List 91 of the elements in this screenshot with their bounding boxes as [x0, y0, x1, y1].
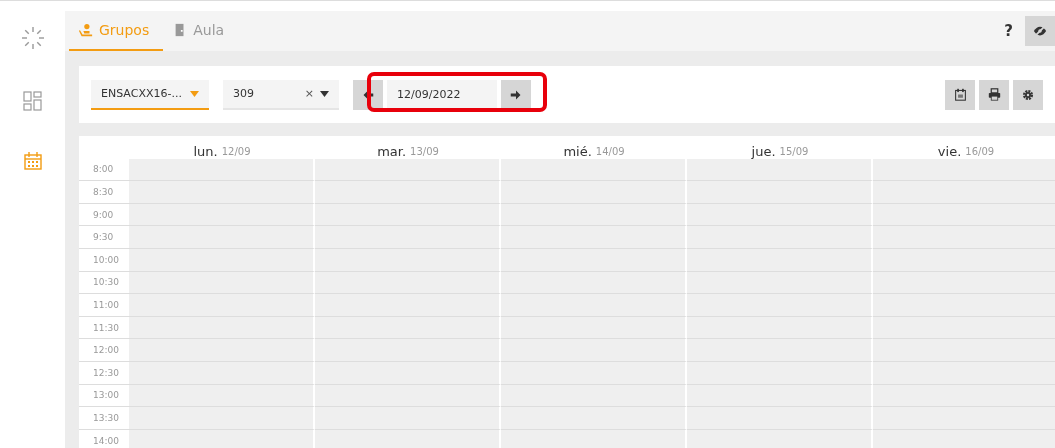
date-field[interactable]: 12/09/2022 — [387, 79, 497, 110]
time-slot[interactable] — [129, 271, 315, 295]
day-date: 13/09 — [410, 145, 439, 157]
time-slot[interactable] — [687, 181, 873, 204]
time-slot[interactable] — [873, 339, 1055, 362]
caret-icon — [190, 90, 199, 97]
time-slot[interactable] — [873, 361, 1055, 385]
day-name: mié. — [563, 143, 592, 159]
day-date: 12/09 — [221, 145, 251, 157]
time-slot[interactable] — [687, 384, 873, 408]
dashboard-icon — [22, 91, 43, 111]
time-slot[interactable] — [129, 158, 315, 182]
time-slot[interactable] — [501, 271, 687, 295]
time-slot[interactable] — [873, 248, 1055, 272]
time-slot[interactable] — [501, 181, 687, 204]
time-slot[interactable] — [315, 158, 501, 182]
time-slot[interactable] — [315, 226, 501, 249]
time-slot[interactable] — [501, 339, 687, 362]
eye-slash-icon — [1033, 25, 1047, 37]
printer-icon — [987, 88, 1001, 101]
time-slot[interactable] — [129, 407, 315, 430]
time-slot[interactable] — [687, 407, 873, 430]
time-slot[interactable] — [873, 181, 1055, 204]
time-slot[interactable] — [129, 226, 315, 249]
time-slot[interactable] — [873, 203, 1055, 227]
time-slot[interactable] — [315, 181, 501, 204]
day-name: mar. — [377, 143, 407, 159]
time-slot[interactable] — [873, 407, 1055, 430]
time-slot[interactable] — [501, 203, 687, 227]
day-name: lun. — [193, 143, 218, 159]
time-slot[interactable] — [129, 203, 315, 227]
caret-icon — [320, 90, 329, 97]
time-slot[interactable] — [129, 361, 315, 385]
visibility-toggle-button[interactable] — [1025, 16, 1055, 46]
time-slot[interactable] — [129, 384, 315, 408]
arrow-right-icon — [510, 88, 522, 101]
person-icon — [79, 23, 93, 37]
group-select[interactable]: ENSACXX16-... — [91, 79, 209, 110]
settings-button[interactable] — [1013, 79, 1043, 110]
day-name: jue. — [751, 143, 776, 159]
settings-icon — [1022, 88, 1034, 101]
time-slot[interactable] — [501, 158, 687, 182]
time-slot[interactable] — [315, 316, 501, 340]
time-slot[interactable] — [315, 361, 501, 385]
time-slot[interactable] — [501, 226, 687, 249]
time-slot[interactable] — [873, 158, 1055, 182]
time-slot[interactable] — [129, 339, 315, 362]
classroom-select[interactable]: 309 × — [223, 79, 339, 110]
time-slot[interactable] — [501, 384, 687, 408]
time-slot[interactable] — [315, 271, 501, 295]
calendar-button[interactable] — [945, 79, 975, 110]
time-slot[interactable] — [873, 271, 1055, 295]
time-slot[interactable] — [501, 294, 687, 317]
time-slot[interactable] — [873, 316, 1055, 340]
day-name: vie. — [937, 143, 962, 159]
time-slot[interactable] — [501, 248, 687, 272]
time-slot[interactable] — [315, 294, 501, 317]
loading-spinner-icon — [19, 25, 46, 51]
help-button[interactable]: ? — [992, 22, 1025, 40]
time-slot[interactable] — [501, 361, 687, 385]
time-slot[interactable] — [501, 316, 687, 340]
time-slot[interactable] — [687, 316, 873, 340]
time-slot[interactable] — [129, 294, 315, 317]
time-slot[interactable] — [687, 158, 873, 182]
time-slot[interactable] — [687, 271, 873, 295]
time-slot[interactable] — [315, 203, 501, 227]
day-date: 15/09 — [779, 145, 809, 157]
time-slot[interactable] — [873, 384, 1055, 408]
time-slot[interactable] — [501, 407, 687, 430]
time-slot[interactable] — [315, 407, 501, 430]
day-date: 16/09 — [965, 145, 995, 157]
time-slot[interactable] — [129, 248, 315, 272]
time-slot[interactable] — [873, 226, 1055, 249]
time-slot[interactable] — [873, 294, 1055, 317]
time-slot[interactable] — [129, 316, 315, 340]
clear-icon[interactable]: × — [304, 87, 314, 100]
time-slot[interactable] — [687, 294, 873, 317]
time-slot[interactable] — [687, 248, 873, 272]
time-slot[interactable] — [687, 226, 873, 249]
time-slot[interactable] — [687, 361, 873, 385]
time-slot[interactable] — [315, 248, 501, 272]
next-button[interactable] — [501, 79, 531, 110]
day-date: 14/09 — [595, 145, 625, 157]
time-slot[interactable] — [129, 181, 315, 204]
calendar-icon — [22, 151, 43, 171]
time-slot[interactable] — [687, 339, 873, 362]
print-button[interactable] — [979, 79, 1009, 110]
time-slot[interactable] — [315, 339, 501, 362]
time-slot[interactable] — [315, 384, 501, 408]
calendar-icon — [953, 88, 967, 101]
time-slot[interactable] — [687, 203, 873, 227]
